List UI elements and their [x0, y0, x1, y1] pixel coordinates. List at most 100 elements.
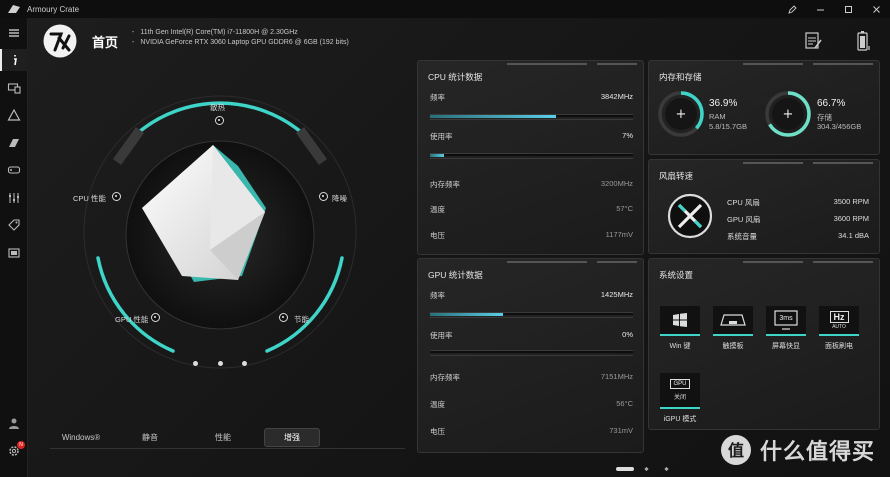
mode-silent[interactable]: 静音 [112, 432, 188, 443]
fan-panel-title: 风扇转速 [659, 171, 694, 181]
gpu-freq-value: 1425MHz [600, 290, 633, 299]
refresh-rate-icon: Hz AUTO [819, 306, 859, 336]
cpu-mem-freq-value: 3200MHz [600, 179, 633, 188]
gpu-mem-freq-value: 7151MHz [600, 372, 633, 381]
fan-speed-panel: 风扇转速 CPU 风扇 3500 RPM GPU 风扇 3600 RPM 系统音… [648, 159, 880, 254]
dial-label-eco: 节能 [294, 315, 309, 324]
game-icon[interactable] [0, 159, 28, 181]
panel-decoration [507, 261, 637, 263]
cpu-voltage-row: 电压 1177mV [430, 230, 633, 241]
aura-icon[interactable] [0, 104, 28, 126]
refresh-rate-label: 面板刷电 [825, 343, 853, 350]
page-title: 首页 [92, 35, 119, 50]
dial-label-noise: 降噪 [332, 194, 347, 203]
home-icon[interactable] [0, 49, 28, 71]
ram-donut[interactable]: + [657, 90, 705, 138]
panel-overdrive-icon: 3ms [766, 306, 806, 336]
pen-icon[interactable] [778, 0, 806, 18]
cpu-usage-row: 使用率 7% [430, 131, 633, 142]
gpu-freq-bar [430, 312, 633, 316]
gpu-temp-row: 温度 56°C [430, 399, 633, 410]
dial-pager-dot[interactable] [242, 361, 247, 366]
touchpad-tile[interactable]: 触摸板 [711, 306, 755, 351]
armoury-crate-window: Armoury Crate N 首页 - 11th Gen Intel(R) C… [0, 0, 890, 477]
cpu-fan-row: CPU 风扇 3500 RPM [727, 197, 869, 208]
gpu-mode-icon-text: GPU [670, 379, 690, 389]
maximize-button[interactable] [834, 0, 862, 18]
panel-overdrive-tile[interactable]: 3ms 屏幕快显 [764, 306, 808, 351]
gpu-freq-label: 频率 [430, 291, 445, 300]
armoury-icon[interactable] [0, 132, 28, 154]
cpu-fan-label: CPU 风扇 [727, 198, 760, 207]
windows-key-icon [660, 306, 700, 336]
panel-decoration [507, 63, 637, 65]
dial-radio-noise[interactable] [319, 192, 328, 201]
title-bar: Armoury Crate [0, 0, 890, 18]
watermark-text: 什么值得买 [760, 439, 876, 464]
mode-windows[interactable]: Windows® [50, 433, 112, 442]
fan-icon [667, 193, 713, 239]
page-dot[interactable] [644, 466, 649, 472]
dial-pager-dot[interactable] [218, 361, 223, 366]
cpu-mem-freq-row: 内存频率 3200MHz [430, 179, 633, 190]
system-volume-row: 系统音量 34.1 dBA [727, 231, 869, 242]
settings-icon[interactable]: N [0, 440, 28, 462]
mode-turbo[interactable]: 增强 [264, 427, 320, 447]
dial-label-cpu: CPU 性能 [73, 194, 106, 203]
watermark: 值 什么值得买 [720, 433, 880, 467]
gpu-temp-label: 温度 [430, 400, 445, 409]
notification-badge: N [17, 441, 25, 449]
dial-radio-cpu[interactable] [112, 192, 121, 201]
dial-graphic [83, 95, 357, 369]
content-icon[interactable] [0, 242, 28, 264]
ram-add-icon: + [676, 107, 687, 122]
mode-performance[interactable]: 性能 [188, 432, 258, 443]
cpu-freq-row: 频率 3842MHz [430, 92, 633, 103]
gpu-temp-value: 56°C [616, 399, 633, 408]
refresh-rate-icon-text: Hz [829, 310, 849, 323]
sidebar: N [0, 18, 28, 477]
minimize-button[interactable] [806, 0, 834, 18]
storage-percent: 66.7% [817, 98, 846, 109]
cpu-usage-bar [430, 153, 633, 157]
gpu-spec: - NVIDIA GeForce RTX 3060 Laptop GPU GDDR… [132, 39, 349, 46]
dial-radio-eco[interactable] [279, 313, 288, 322]
gpu-fan-label: GPU 风扇 [727, 215, 761, 224]
cpu-usage-value: 7% [622, 131, 633, 140]
gpu-fan-value: 3600 RPM [833, 214, 869, 223]
dial-radio-cooling[interactable] [215, 116, 224, 125]
system-volume-label: 系统音量 [727, 232, 757, 241]
cpu-freq-bar-fill [430, 115, 556, 118]
cpu-stats-panel: CPU 统计数据 频率 3842MHz 使用率 7% 内存频率 3200MHz … [417, 60, 644, 255]
panel-overdrive-label: 屏幕快显 [772, 343, 800, 350]
close-button[interactable] [862, 0, 890, 18]
igpu-mode-label: iGPU 模式 [663, 416, 697, 423]
page-dot-active[interactable] [616, 467, 634, 471]
device-icon[interactable] [0, 77, 28, 99]
battery-icon[interactable] [853, 30, 873, 52]
page-dot[interactable] [664, 466, 669, 472]
gpu-usage-value: 0% [622, 330, 633, 339]
dial-radio-gpu[interactable] [151, 313, 160, 322]
system-volume-value: 34.1 dBA [838, 231, 869, 240]
igpu-mode-tile[interactable]: GPU 关闭 iGPU 模式 [658, 373, 702, 424]
panel-decoration [743, 162, 873, 164]
window-controls [778, 0, 890, 18]
win-key-tile[interactable]: Win 键 [658, 306, 702, 351]
dial-pager-dot[interactable] [193, 361, 198, 366]
menu-icon[interactable] [0, 22, 28, 44]
gpu-fan-row: GPU 风扇 3600 RPM [727, 214, 869, 225]
deals-icon[interactable] [0, 214, 28, 236]
cpu-temp-value: 57°C [616, 204, 633, 213]
igpu-mode-status: 关闭 [673, 395, 686, 401]
user-icon[interactable] [0, 412, 28, 434]
storage-donut[interactable]: + [764, 90, 812, 138]
panel-decoration [743, 261, 873, 263]
gpu-stats-panel: GPU 统计数据 频率 1425MHz 使用率 0% 内存频率 7151MHz … [417, 258, 644, 453]
cpu-voltage-value: 1177mV [605, 230, 633, 239]
cpu-panel-title: CPU 统计数据 [428, 72, 483, 82]
win-key-label: Win 键 [669, 343, 691, 350]
scenario-icon[interactable] [0, 187, 28, 209]
notes-icon[interactable] [803, 30, 823, 52]
refresh-rate-tile[interactable]: Hz AUTO 面板刷电 [817, 306, 861, 351]
